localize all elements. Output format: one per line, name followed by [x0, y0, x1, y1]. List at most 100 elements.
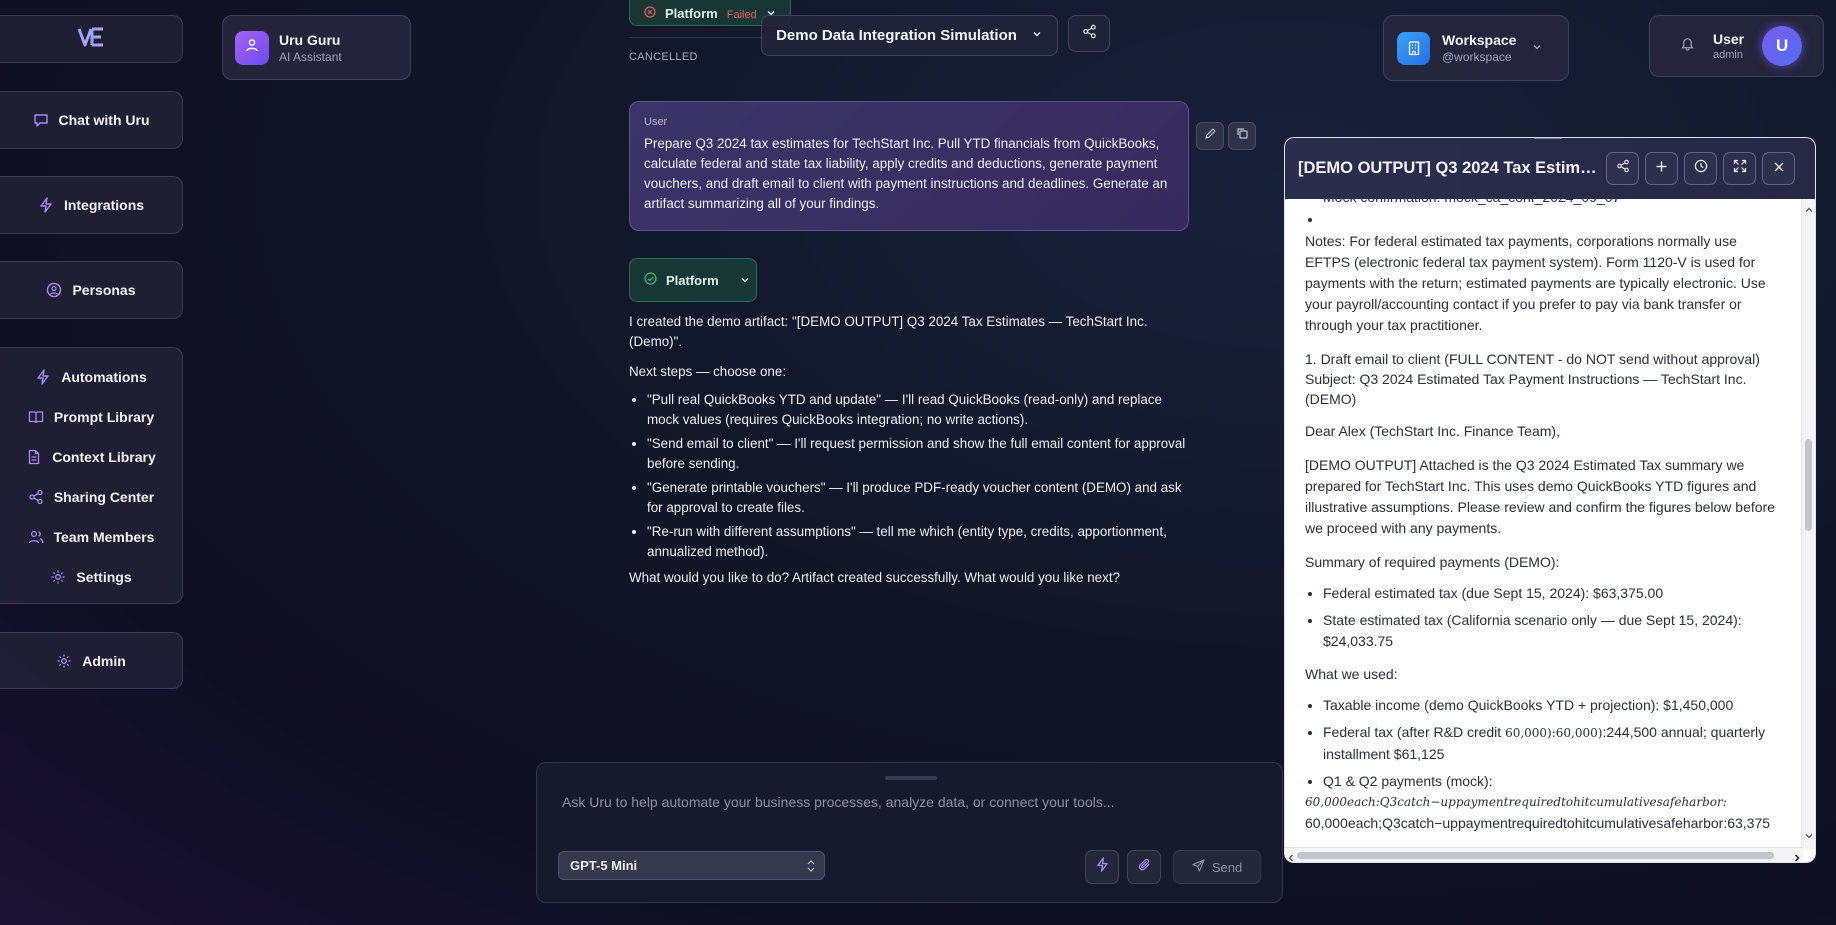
simulation-select-label: Demo Data Integration Simulation: [776, 27, 1017, 44]
user-icon: [244, 37, 260, 58]
workspace-switcher[interactable]: Workspace @workspace: [1383, 15, 1569, 81]
panel-drag-handle[interactable]: [1534, 137, 1562, 139]
chevron-right-icon[interactable]: [1792, 850, 1802, 862]
artifact-history-button[interactable]: [1684, 152, 1717, 185]
nav-team-members-button[interactable]: Team Members: [0, 517, 182, 557]
artifact-draft-heading: 1. Draft email to client (FULL CONTENT -…: [1305, 351, 1760, 407]
artifact-close-button[interactable]: [1762, 152, 1795, 185]
nav-team-members-label: Team Members: [53, 529, 155, 545]
user-menu[interactable]: User admin U: [1649, 15, 1824, 77]
building-icon: [1397, 31, 1430, 65]
error-circle-icon: [644, 6, 656, 21]
list-item: Q1 & Q2 payments (mock): 60,000each:Q3ca…: [1305, 771, 1783, 834]
simulation-select[interactable]: Demo Data Integration Simulation: [761, 15, 1058, 56]
nav-group-card: Automations Prompt Library Context Libra…: [0, 347, 183, 604]
list-item: Taxable income (demo QuickBooks YTD + pr…: [1323, 695, 1783, 716]
copy-message-button[interactable]: [1228, 122, 1256, 150]
quick-actions-button[interactable]: [1085, 850, 1119, 884]
check-circle-icon: [644, 272, 657, 288]
list-item: State estimated tax (California scenario…: [1323, 610, 1783, 652]
list-item: "Send email to client" — I'll request pe…: [647, 434, 1194, 474]
nav-chat-card: Chat with Uru: [0, 91, 183, 149]
artifact-empty-list: [1305, 209, 1783, 223]
close-icon: [1773, 160, 1785, 178]
prev-status-badge: Failed: [726, 9, 757, 21]
paperclip-icon: [1137, 857, 1152, 877]
nav-integrations-label: Integrations: [63, 197, 145, 213]
nav-personas-card: Personas: [0, 261, 183, 319]
send-button[interactable]: Send: [1173, 850, 1261, 884]
chevron-updown-icon: [806, 859, 816, 876]
chevron-down-icon[interactable]: [1804, 828, 1814, 846]
nav-admin-button[interactable]: Admin: [56, 641, 126, 681]
nav-settings-button[interactable]: Settings: [0, 557, 182, 597]
nav-chat-button[interactable]: Chat with Uru: [33, 100, 150, 140]
user-message-label: User: [644, 116, 668, 128]
nav-automations-button[interactable]: Automations: [0, 357, 182, 397]
artifact-summary-heading: Summary of required payments (DEMO):: [1305, 554, 1560, 570]
chevron-up-icon[interactable]: [1804, 202, 1814, 220]
nav-integrations-button[interactable]: Integrations: [38, 185, 144, 225]
lightning-icon: [38, 197, 54, 213]
artifact-new-button[interactable]: [1645, 152, 1678, 185]
user-message-bubble: User Prepare Q3 2024 tax estimates for T…: [629, 101, 1189, 231]
composer: GPT-5 Mini Send: [536, 762, 1283, 903]
used-q12-text: Q1 & Q2 payments (mock):: [1323, 773, 1493, 789]
nav-context-library-button[interactable]: Context Library: [0, 437, 182, 477]
assistant-intro: I created the demo artifact: "[DEMO OUTP…: [629, 314, 1148, 349]
persona-card[interactable]: Uru Guru AI Assistant: [222, 15, 411, 80]
list-item: "Re-run with different assumptions" — te…: [647, 522, 1194, 562]
list-item: "Generate printable vouchers" — I'll pro…: [647, 478, 1194, 518]
chevron-down-icon: [1532, 39, 1542, 57]
persona-avatar: [235, 30, 269, 65]
user-name: User: [1713, 31, 1745, 47]
avatar[interactable]: U: [1762, 26, 1803, 66]
assistant-message: I created the demo artifact: "[DEMO OUTP…: [629, 312, 1194, 588]
nav-admin-card: Admin: [0, 632, 183, 689]
used-federal-text-a: Federal tax (after R&D credit: [1323, 724, 1506, 740]
nav-sharing-center-button[interactable]: Sharing Center: [0, 477, 182, 517]
nav-integrations-card: Integrations: [0, 176, 183, 234]
copy-icon: [1236, 127, 1249, 145]
artifact-payments-list: Federal estimated tax (due Sept 15, 2024…: [1305, 583, 1783, 652]
attach-file-button[interactable]: [1127, 850, 1161, 884]
message-input[interactable]: [560, 793, 1250, 811]
clock-icon: [1694, 159, 1708, 178]
model-select[interactable]: GPT-5 Mini: [558, 851, 825, 880]
artifact-notes: Notes: For federal estimated tax payment…: [1305, 233, 1766, 333]
share-conversation-button[interactable]: [1068, 15, 1110, 52]
assistant-closing: What would you like to do? Artifact crea…: [629, 570, 1120, 585]
list-item: Federal tax (after R&D credit 60,000):60…: [1323, 722, 1783, 765]
composer-drag-handle[interactable]: [885, 776, 937, 780]
edit-message-button[interactable]: [1196, 122, 1224, 150]
artifact-horizontal-scrollbar[interactable]: [1285, 847, 1803, 862]
pencil-icon: [1204, 127, 1217, 145]
assistant-next-steps: Next steps — choose one:: [629, 364, 787, 379]
vertical-scroll-thumb[interactable]: [1805, 439, 1812, 531]
artifact-share-button[interactable]: [1606, 152, 1639, 185]
send-label: Send: [1211, 859, 1243, 875]
artifact-content[interactable]: Mock confirmation: mock_ca_conf_2024_09_…: [1285, 199, 1803, 849]
nav-personas-button[interactable]: Personas: [46, 270, 136, 310]
workspace-name: Workspace: [1442, 32, 1517, 48]
horizontal-scroll-thumb[interactable]: [1297, 852, 1774, 859]
bell-icon[interactable]: [1680, 36, 1695, 56]
logo-card[interactable]: [0, 15, 183, 63]
nav-prompt-library-button[interactable]: Prompt Library: [0, 397, 182, 437]
nav-personas-label: Personas: [72, 282, 136, 298]
cancelled-status: CANCELLED: [629, 51, 698, 63]
platform-pill[interactable]: Platform: [629, 258, 757, 302]
persona-name: Uru Guru: [279, 31, 341, 48]
user-message-text: Prepare Q3 2024 tax estimates for TechSt…: [644, 136, 1168, 211]
artifact-panel: [DEMO OUTPUT] Q3 2024 Tax Estimates — Te…: [1284, 137, 1816, 863]
artifact-vertical-scrollbar[interactable]: [1801, 199, 1815, 849]
artifact-expand-button[interactable]: [1723, 152, 1756, 185]
uru-logo-icon: [77, 27, 105, 52]
nav-sharing-center-label: Sharing Center: [53, 489, 155, 505]
used-q12-math: 60,000each:Q3catch−uppaymentrequiredtohi…: [1305, 795, 1727, 809]
nav-automations-label: Automations: [61, 369, 147, 385]
send-icon: [1192, 859, 1205, 875]
chevron-left-icon[interactable]: [1286, 850, 1296, 862]
user-role: admin: [1713, 49, 1743, 61]
chevron-down-icon: [740, 273, 750, 288]
